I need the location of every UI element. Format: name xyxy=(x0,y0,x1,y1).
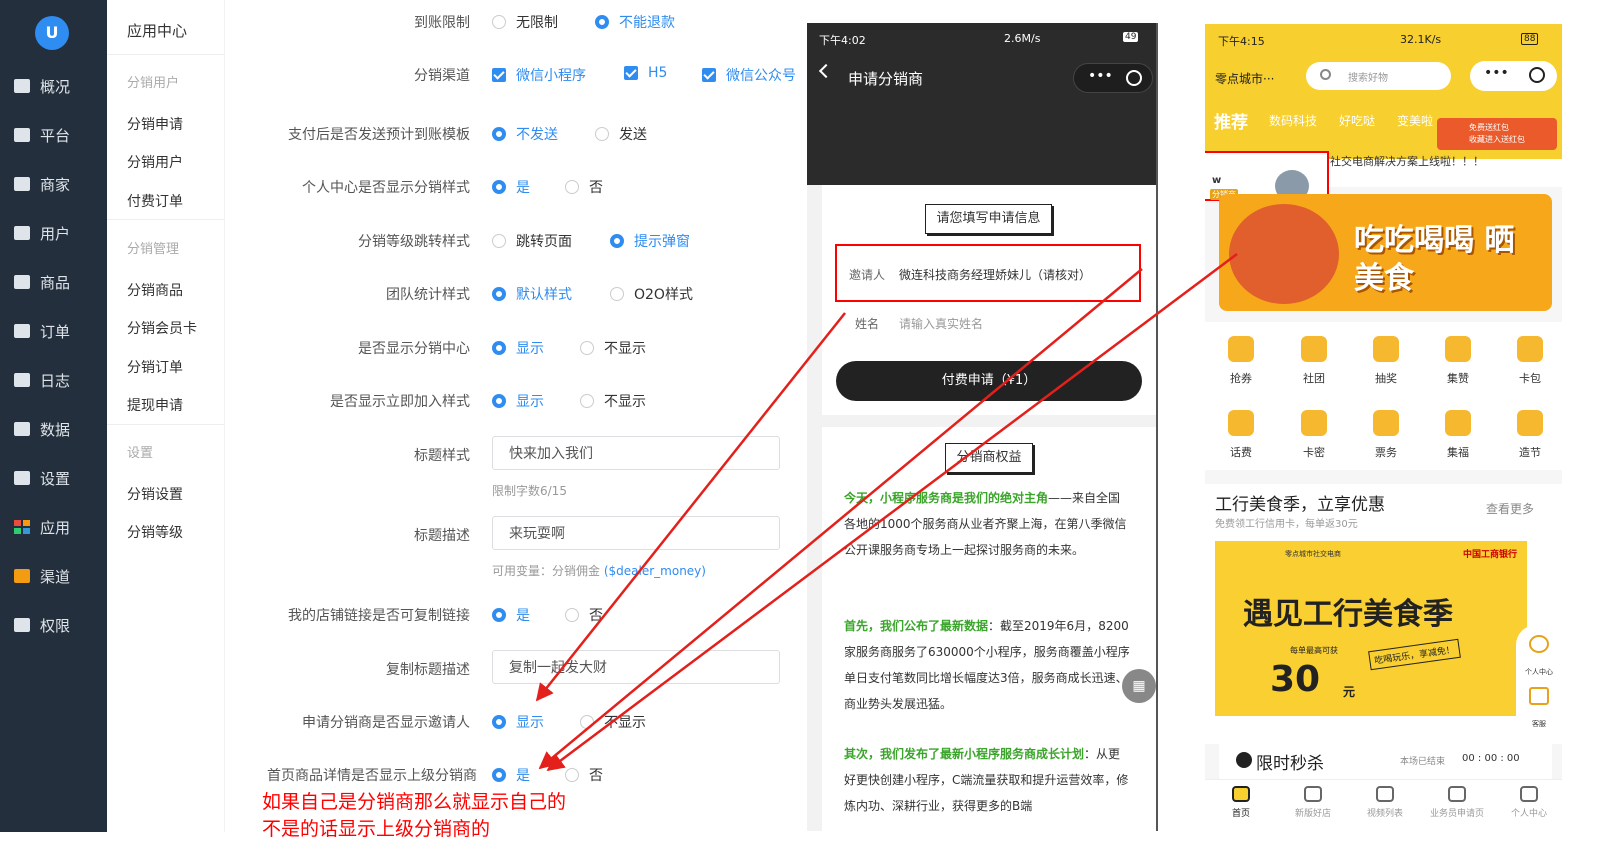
arrow-avatar-to-parent xyxy=(546,252,1238,772)
arrow-inviter-to-parent xyxy=(538,268,1143,770)
annotation-arrows xyxy=(535,252,1238,772)
